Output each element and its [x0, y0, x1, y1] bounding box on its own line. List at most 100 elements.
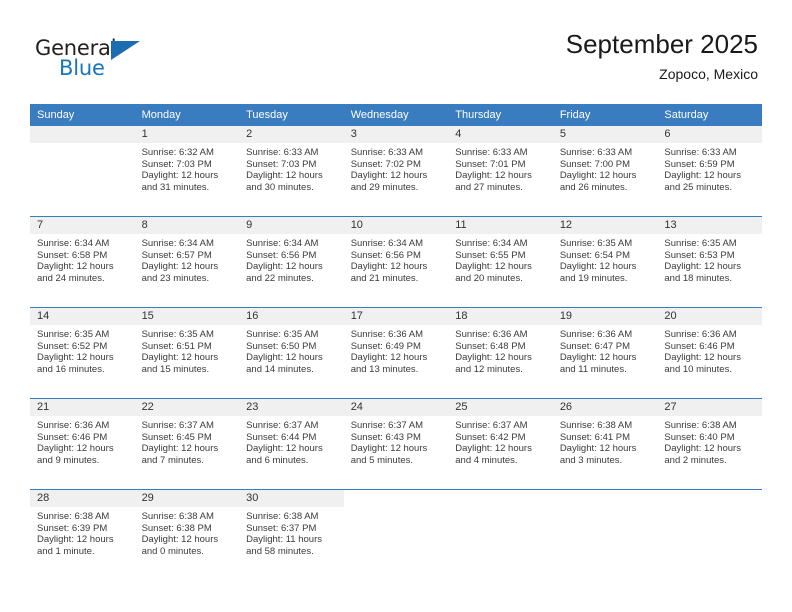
daylight-text: Daylight: 12 hours and 14 minutes.: [246, 352, 323, 375]
calendar-cell-empty: [448, 489, 553, 580]
calendar-day-cell[interactable]: 1 Sunrise: 6:32 AM Sunset: 7:03 PM Daylight…: [134, 126, 240, 217]
calendar-day-cell[interactable]: 5 Sunrise: 6:33 AM Sunset: 7:00 PM Daylight…: [552, 126, 658, 217]
day-cell-content: [657, 490, 762, 580]
day-sun-info: Sunrise: 6:32 AM Sunset: 7:03 PM Daylight:…: [135, 143, 240, 193]
calendar-day-cell[interactable]: 2 Sunrise: 6:33 AM Sunset: 7:03 PM Daylight…: [239, 126, 344, 217]
sunrise-text: Sunrise: 6:36 AM: [559, 329, 633, 340]
calendar-day-cell[interactable]: 12 Sunrise: 6:35 AM Sunset: 6:54 PM Dayligh…: [552, 216, 658, 308]
daylight-text: Daylight: 12 hours and 24 minutes.: [37, 261, 114, 284]
calendar-day-cell[interactable]: 11 Sunrise: 6:34 AM Sunset: 6:55 PM Dayligh…: [448, 216, 553, 308]
calendar-day-cell[interactable]: 18 Sunrise: 6:36 AM Sunset: 6:48 PM Dayligh…: [448, 307, 553, 399]
day-sun-info: Sunrise: 6:38 AM Sunset: 6:40 PM Daylight:…: [657, 416, 762, 466]
calendar-day-cell[interactable]: 17 Sunrise: 6:36 AM Sunset: 6:49 PM Dayligh…: [343, 307, 449, 399]
calendar-day-cell[interactable]: 7 Sunrise: 6:34 AM Sunset: 6:58 PM Daylight…: [30, 216, 135, 308]
page-title: September 2025: [565, 29, 758, 59]
calendar-day-cell[interactable]: 25 Sunrise: 6:37 AM Sunset: 6:42 PM Dayligh…: [448, 398, 553, 490]
calendar-day-cell[interactable]: 26 Sunrise: 6:38 AM Sunset: 6:41 PM Dayligh…: [552, 398, 658, 490]
daylight-text: Daylight: 12 hours and 27 minutes.: [455, 170, 532, 193]
daylight-text: Daylight: 12 hours and 19 minutes.: [559, 261, 637, 284]
calendar-day-cell[interactable]: 19 Sunrise: 6:36 AM Sunset: 6:47 PM Dayligh…: [552, 307, 658, 399]
sunset-text: Sunset: 6:40 PM: [664, 431, 735, 443]
calendar-day-cell[interactable]: 24 Sunrise: 6:37 AM Sunset: 6:43 PM Dayligh…: [343, 398, 449, 490]
day-number: 28: [30, 490, 135, 507]
daylight-text: Daylight: 11 hours and 58 minutes.: [246, 534, 322, 557]
day-sun-info: Sunrise: 6:37 AM Sunset: 6:42 PM Daylight:…: [448, 416, 553, 466]
calendar-day-cell[interactable]: 14 Sunrise: 6:35 AM Sunset: 6:52 PM Dayligh…: [30, 307, 135, 399]
day-number: 29: [134, 490, 240, 507]
sunrise-text: Sunrise: 6:36 AM: [455, 329, 528, 340]
day-cell-content: 15 Sunrise: 6:35 AM Sunset: 6:51 PM Dayligh…: [134, 308, 240, 398]
sunrise-text: Sunrise: 6:36 AM: [350, 329, 424, 340]
calendar-day-cell[interactable]: 16 Sunrise: 6:35 AM Sunset: 6:50 PM Dayligh…: [239, 307, 344, 399]
calendar-cell-empty: [657, 489, 762, 580]
calendar-day-cell[interactable]: 4 Sunrise: 6:33 AM Sunset: 7:01 PM Daylight…: [448, 126, 553, 217]
day-cell-content: 27 Sunrise: 6:38 AM Sunset: 6:40 PM Dayligh…: [657, 399, 762, 489]
sunset-text: Sunset: 6:51 PM: [141, 340, 212, 352]
calendar-day-cell[interactable]: 9 Sunrise: 6:34 AM Sunset: 6:56 PM Daylight…: [239, 216, 344, 308]
calendar-body: 1 Sunrise: 6:32 AM Sunset: 7:03 PM Daylight…: [30, 126, 762, 580]
day-cell-content: 3 Sunrise: 6:33 AM Sunset: 7:02 PM Daylight…: [343, 126, 449, 216]
sunset-text: Sunset: 6:56 PM: [350, 249, 421, 261]
weekday-header-friday: Friday: [552, 104, 658, 126]
day-sun-info: Sunrise: 6:37 AM Sunset: 6:43 PM Daylight:…: [344, 416, 449, 466]
daylight-text: Daylight: 12 hours and 1 minute.: [37, 534, 114, 557]
sunrise-text: Sunrise: 6:34 AM: [246, 238, 319, 249]
calendar-day-cell[interactable]: 10 Sunrise: 6:34 AM Sunset: 6:56 PM Dayligh…: [343, 216, 449, 308]
day-cell-content: 12 Sunrise: 6:35 AM Sunset: 6:54 PM Dayligh…: [552, 217, 658, 307]
day-number: [30, 126, 135, 143]
day-number: 6: [657, 126, 762, 143]
day-number: 19: [552, 308, 658, 325]
sunrise-text: Sunrise: 6:34 AM: [37, 238, 110, 249]
day-cell-content: 18 Sunrise: 6:36 AM Sunset: 6:48 PM Dayligh…: [448, 308, 553, 398]
calendar-day-cell[interactable]: 30 Sunrise: 6:38 AM Sunset: 6:37 PM Dayligh…: [239, 489, 344, 580]
daylight-text: Daylight: 12 hours and 2 minutes.: [664, 443, 741, 466]
daylight-text: Daylight: 12 hours and 12 minutes.: [455, 352, 532, 375]
sunset-text: Sunset: 6:49 PM: [350, 340, 421, 352]
day-sun-info: Sunrise: 6:35 AM Sunset: 6:53 PM Daylight:…: [657, 234, 762, 284]
calendar-day-cell[interactable]: 20 Sunrise: 6:36 AM Sunset: 6:46 PM Dayligh…: [657, 307, 762, 399]
day-number: 23: [239, 399, 344, 416]
daylight-text: Daylight: 12 hours and 22 minutes.: [246, 261, 323, 284]
calendar-day-cell[interactable]: 29 Sunrise: 6:38 AM Sunset: 6:38 PM Dayligh…: [134, 489, 240, 580]
sunset-text: Sunset: 6:47 PM: [559, 340, 631, 352]
day-number: 18: [448, 308, 553, 325]
calendar-cell-empty: [343, 489, 449, 580]
sunset-text: Sunset: 6:46 PM: [664, 340, 735, 352]
sunrise-text: Sunrise: 6:37 AM: [455, 420, 528, 431]
calendar-cell-empty: [552, 489, 658, 580]
day-sun-info: Sunrise: 6:36 AM Sunset: 6:49 PM Daylight:…: [344, 325, 449, 375]
day-number: 24: [343, 399, 449, 416]
day-cell-content: 28 Sunrise: 6:38 AM Sunset: 6:39 PM Dayligh…: [30, 490, 135, 580]
calendar-day-cell[interactable]: 23 Sunrise: 6:37 AM Sunset: 6:44 PM Dayligh…: [239, 398, 344, 490]
title-block: September 2025 Zopoco, Mexico: [566, 28, 758, 84]
calendar-day-cell[interactable]: 28 Sunrise: 6:38 AM Sunset: 6:39 PM Dayligh…: [30, 489, 135, 580]
calendar-day-cell[interactable]: 13 Sunrise: 6:35 AM Sunset: 6:53 PM Dayligh…: [657, 216, 762, 308]
day-sun-info: Sunrise: 6:36 AM Sunset: 6:46 PM Daylight:…: [657, 325, 762, 375]
calendar-day-cell[interactable]: 8 Sunrise: 6:34 AM Sunset: 6:57 PM Daylight…: [134, 216, 240, 308]
sunset-text: Sunset: 6:41 PM: [559, 431, 631, 443]
sunrise-text: Sunrise: 6:35 AM: [246, 329, 319, 340]
calendar-day-cell[interactable]: 22 Sunrise: 6:37 AM Sunset: 6:45 PM Dayligh…: [134, 398, 240, 490]
calendar-header-row: Sunday Monday Tuesday Wednesday Thursday Frid…: [30, 104, 762, 126]
day-number: 25: [448, 399, 553, 416]
calendar-day-cell[interactable]: 21 Sunrise: 6:36 AM Sunset: 6:46 PM Dayligh…: [30, 398, 135, 490]
day-number: 15: [134, 308, 240, 325]
sunrise-text: Sunrise: 6:37 AM: [246, 420, 319, 431]
day-sun-info: Sunrise: 6:34 AM Sunset: 6:56 PM Daylight:…: [344, 234, 449, 284]
day-cell-content: 10 Sunrise: 6:34 AM Sunset: 6:56 PM Dayligh…: [343, 217, 449, 307]
day-sun-info: Sunrise: 6:33 AM Sunset: 7:03 PM Daylight:…: [239, 143, 344, 193]
day-sun-info: Sunrise: 6:35 AM Sunset: 6:50 PM Daylight:…: [239, 325, 344, 375]
calendar-day-cell[interactable]: 27 Sunrise: 6:38 AM Sunset: 6:40 PM Dayligh…: [657, 398, 762, 490]
sunset-text: Sunset: 7:00 PM: [559, 158, 631, 170]
calendar-day-cell[interactable]: 6 Sunrise: 6:33 AM Sunset: 6:59 PM Daylight…: [657, 126, 762, 217]
day-cell-content: 29 Sunrise: 6:38 AM Sunset: 6:38 PM Dayligh…: [134, 490, 240, 580]
day-cell-content: 19 Sunrise: 6:36 AM Sunset: 6:47 PM Dayligh…: [552, 308, 658, 398]
sunrise-text: Sunrise: 6:33 AM: [246, 147, 319, 158]
sunrise-text: Sunrise: 6:36 AM: [37, 420, 110, 431]
day-sun-info: Sunrise: 6:34 AM Sunset: 6:55 PM Daylight:…: [448, 234, 553, 284]
sunset-text: Sunset: 6:50 PM: [246, 340, 317, 352]
calendar-day-cell[interactable]: 15 Sunrise: 6:35 AM Sunset: 6:51 PM Dayligh…: [134, 307, 240, 399]
calendar-day-cell[interactable]: 3 Sunrise: 6:33 AM Sunset: 7:02 PM Daylight…: [343, 126, 449, 217]
day-cell-content: 7 Sunrise: 6:34 AM Sunset: 6:58 PM Daylight…: [30, 217, 135, 307]
calendar-week-row: 7 Sunrise: 6:34 AM Sunset: 6:58 PM Daylight…: [30, 216, 762, 308]
